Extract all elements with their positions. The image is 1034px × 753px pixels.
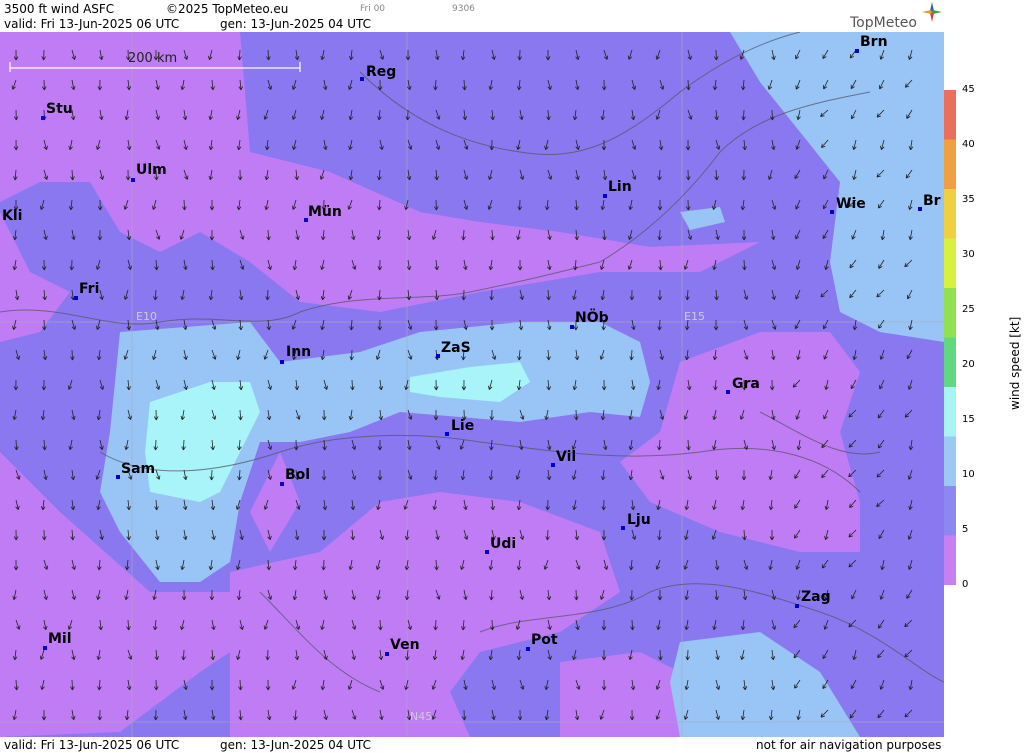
city-dot <box>74 296 78 300</box>
footer-bar: valid: Fri 13-Jun-2025 06 UTC gen: 13-Ju… <box>0 737 944 753</box>
legend-color-band <box>944 139 956 189</box>
wind-field-svg <box>0 32 944 737</box>
legend-tick: 20 <box>962 359 975 370</box>
legend-tick: 35 <box>962 194 975 205</box>
legend-tick: 0 <box>962 579 969 590</box>
footer-gen-time: gen: 13-Jun-2025 04 UTC <box>220 738 372 752</box>
legend-tick: 30 <box>962 249 975 260</box>
city-label: Sam <box>121 461 156 477</box>
city-dot <box>116 475 120 479</box>
fri-code: Fri 00 <box>360 4 386 14</box>
city-label: Kli <box>2 208 23 224</box>
legend-color-band <box>944 288 956 338</box>
city-dot <box>43 646 47 650</box>
wind-map: 200 km E10 E15 N45 Reg Brn Stu Ulm Lin K… <box>0 32 944 737</box>
legend-color-band <box>944 486 956 536</box>
city-dot <box>830 210 834 214</box>
copyright-text: ©2025 TopMeteo.eu <box>166 2 289 16</box>
city-dot <box>551 463 555 467</box>
run-code: 9306 <box>452 4 475 14</box>
city-dot <box>795 604 799 608</box>
city-dot <box>855 49 859 53</box>
grid-label-e15: E15 <box>684 310 705 323</box>
city-label: ZaS <box>441 340 471 356</box>
city-label: Brn <box>860 34 888 50</box>
city-label: Lin <box>608 179 632 195</box>
city-label: Wie <box>836 196 866 212</box>
valid-time: valid: Fri 13-Jun-2025 06 UTC <box>4 17 180 31</box>
legend-color-band <box>944 189 956 239</box>
city-dot <box>436 354 440 358</box>
city-label: NÖb <box>575 310 609 326</box>
legend-tick: 40 <box>962 139 975 150</box>
footer-valid-time: valid: Fri 13-Jun-2025 06 UTC <box>4 738 180 752</box>
legend-tick: 45 <box>962 84 975 95</box>
legend-color-band <box>944 387 956 437</box>
legend-tick: 25 <box>962 304 975 315</box>
city-dot <box>485 550 489 554</box>
city-dot <box>526 647 530 651</box>
grid-label-n45: N45 <box>410 710 433 723</box>
city-label: Fri <box>79 281 100 297</box>
city-label: Ulm <box>136 162 167 178</box>
city-label: Bol <box>285 467 311 483</box>
grid-label-e10: E10 <box>136 310 157 323</box>
city-dot <box>918 207 922 211</box>
city-dot <box>445 432 449 436</box>
city-dot <box>131 178 135 182</box>
city-dot <box>570 325 574 329</box>
city-dot <box>603 194 607 198</box>
city-label: Lie <box>451 418 475 434</box>
city-dot <box>385 652 389 656</box>
city-dot <box>280 360 284 364</box>
gen-time: gen: 13-Jun-2025 04 UTC <box>220 17 372 31</box>
city-label: Vil <box>556 449 577 465</box>
header-bar: 3500 ft wind ASFC ©2025 TopMeteo.eu Fri … <box>0 0 944 32</box>
city-label: Inn <box>286 344 312 360</box>
legend-color-band <box>944 436 956 486</box>
legend-tick: 5 <box>962 524 969 535</box>
legend-tick: 10 <box>962 469 975 480</box>
city-label: Br <box>923 193 941 209</box>
legend-title: wind speed [kt] <box>1008 316 1022 410</box>
legend-color-band <box>944 90 956 140</box>
city-dot <box>360 77 364 81</box>
legend-color-band <box>944 535 956 585</box>
city-label: Pot <box>531 632 558 648</box>
topmeteo-logo: TopMeteo <box>850 15 917 31</box>
city-label: Udi <box>490 536 517 552</box>
scale-label: 200 km <box>128 51 178 66</box>
city-label: Reg <box>366 64 397 80</box>
compass-icon <box>922 2 942 22</box>
legend-tick: 15 <box>962 414 975 425</box>
city-label: Zag <box>801 589 831 605</box>
city-label: Lju <box>627 512 651 528</box>
legend-color-band <box>944 238 956 288</box>
city-label: Mil <box>48 631 72 647</box>
city-dot <box>280 482 284 486</box>
city-label: Stu <box>46 101 73 117</box>
legend-color-band <box>944 337 956 387</box>
city-dot <box>726 390 730 394</box>
city-label: Mün <box>308 204 342 220</box>
city-dot <box>621 526 625 530</box>
product-title: 3500 ft wind ASFC <box>4 2 115 16</box>
city-dot <box>41 116 45 120</box>
city-label: Gra <box>732 376 760 392</box>
city-label: Ven <box>390 637 420 653</box>
footer-disclaimer: not for air navigation purposes <box>756 738 942 752</box>
